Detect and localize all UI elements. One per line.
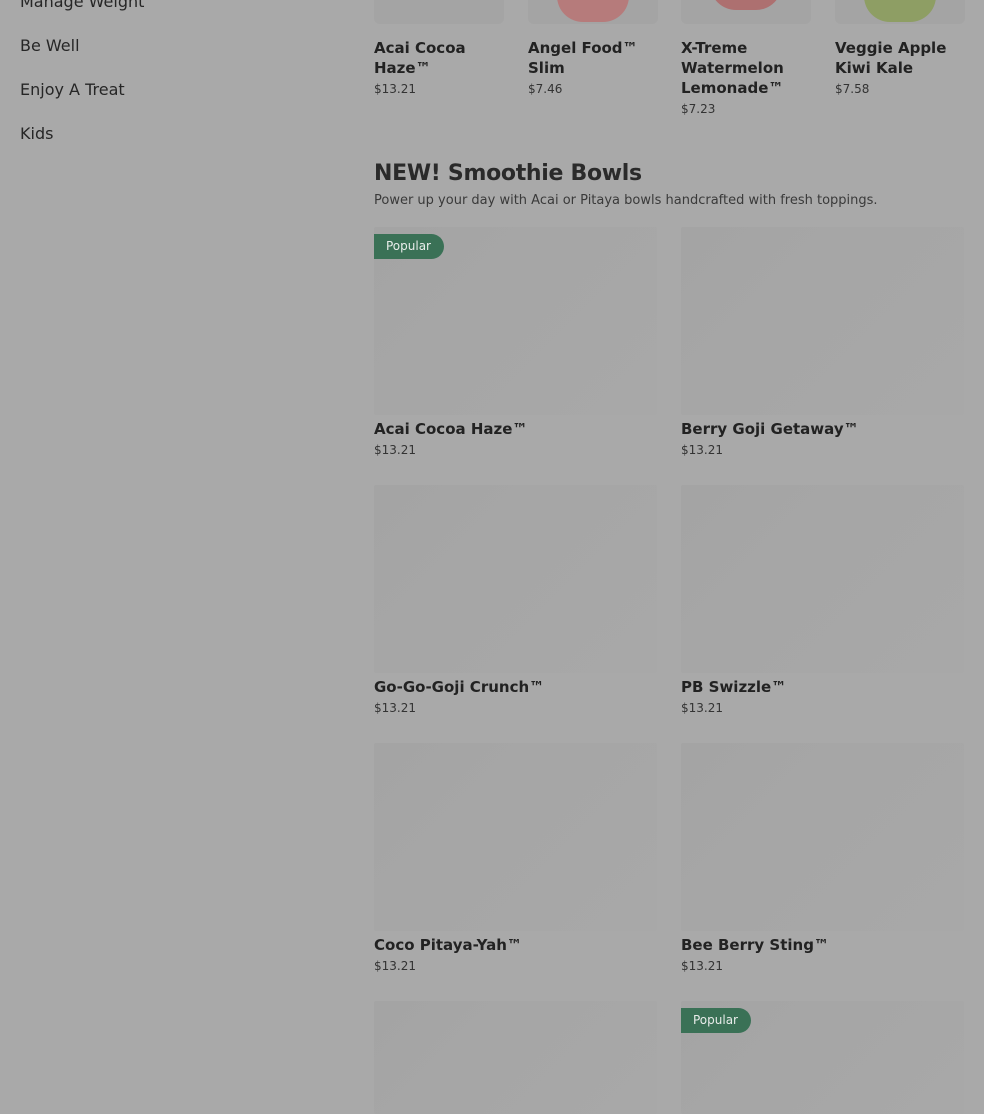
product-image — [528, 0, 658, 24]
smoothie-cup-image — [864, 0, 936, 22]
product-price: $7.58 — [835, 82, 870, 96]
product-price: $13.21 — [374, 443, 416, 457]
section-title: NEW! Smoothie Bowls — [374, 161, 642, 186]
bowl-card[interactable]: Berry Goji Getaway™ $13.21 — [681, 227, 964, 458]
sidebar-item-be-well[interactable]: Be Well — [20, 36, 320, 80]
category-sidebar: Manage Weight Be Well Enjoy A Treat Kids — [20, 0, 320, 168]
product-image — [374, 1001, 657, 1114]
popular-badge: Popular — [681, 1008, 751, 1033]
product-image: Popular — [681, 1001, 964, 1114]
product-image — [681, 227, 964, 415]
product-card[interactable]: Angel Food™ Slim $7.46 — [528, 0, 658, 97]
bowl-card[interactable]: Popular — [681, 1001, 964, 1114]
product-image — [835, 0, 965, 24]
product-price: $13.21 — [681, 443, 723, 457]
sidebar-item-enjoy-a-treat[interactable]: Enjoy A Treat — [20, 80, 320, 124]
product-image — [374, 485, 657, 673]
bowl-card[interactable]: Bee Berry Sting™ $13.21 — [681, 743, 964, 974]
bowl-card[interactable]: PB Swizzle™ $13.21 — [681, 485, 964, 716]
smoothie-cup-image — [710, 0, 782, 10]
product-image — [681, 485, 964, 673]
product-image — [681, 743, 964, 931]
product-image — [374, 0, 504, 24]
section-subtitle: Power up your day with Acai or Pitaya bo… — [374, 193, 878, 208]
product-name: Veggie Apple Kiwi Kale — [835, 39, 947, 77]
sidebar-item-manage-weight[interactable]: Manage Weight — [20, 0, 320, 36]
product-image: Popular — [374, 227, 657, 415]
product-card[interactable]: Acai Cocoa Haze™ $13.21 — [374, 0, 504, 97]
bowl-card[interactable] — [374, 1001, 657, 1114]
product-name: Go-Go-Goji Crunch™ — [374, 678, 545, 696]
product-card[interactable]: X-Treme Watermelon Lemonade™ $7.23 — [681, 0, 811, 117]
product-price: $7.23 — [681, 102, 716, 116]
product-image — [374, 743, 657, 931]
featured-product-row: Acai Cocoa Haze™ $13.21 Angel Food™ Slim… — [374, 0, 965, 116]
product-card[interactable]: Veggie Apple Kiwi Kale $7.58 — [835, 0, 965, 97]
product-image — [681, 0, 811, 24]
product-price: $13.21 — [374, 959, 416, 973]
smoothie-cup-image — [557, 0, 629, 22]
product-name: Coco Pitaya-Yah™ — [374, 936, 522, 954]
product-name: Bee Berry Sting™ — [681, 936, 829, 954]
product-name: Berry Goji Getaway™ — [681, 420, 859, 438]
popular-badge: Popular — [374, 234, 444, 259]
product-name: PB Swizzle™ — [681, 678, 787, 696]
product-price: $13.21 — [681, 701, 723, 715]
product-name: X-Treme Watermelon Lemonade™ — [681, 39, 784, 97]
product-price: $7.46 — [528, 82, 563, 96]
product-name: Acai Cocoa Haze™ — [374, 420, 528, 438]
bowl-card[interactable]: Coco Pitaya-Yah™ $13.21 — [374, 743, 657, 974]
product-price: $13.21 — [374, 82, 416, 96]
sidebar-item-kids[interactable]: Kids — [20, 124, 320, 168]
product-price: $13.21 — [681, 959, 723, 973]
product-name: Angel Food™ Slim — [528, 39, 638, 77]
product-name: Acai Cocoa Haze™ — [374, 39, 466, 77]
bowl-card[interactable]: Popular Acai Cocoa Haze™ $13.21 — [374, 227, 657, 458]
product-price: $13.21 — [374, 701, 416, 715]
bowl-card[interactable]: Go-Go-Goji Crunch™ $13.21 — [374, 485, 657, 716]
